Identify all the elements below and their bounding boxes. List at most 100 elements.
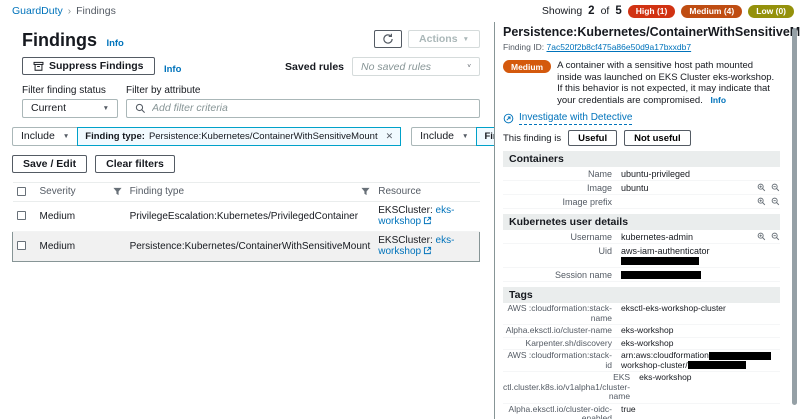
select-all-checkbox[interactable]	[17, 187, 26, 196]
medium-severity-badge: Medium	[503, 60, 551, 73]
filter-attribute-label: Filter by attribute	[126, 85, 480, 96]
findings-table: Severity Finding type	[12, 182, 480, 262]
description-info-link[interactable]: Info	[711, 95, 727, 105]
filter-token-sensitive-mount[interactable]: Finding type: Persistence:Kubernetes/Con…	[77, 127, 401, 146]
low-severity-badge[interactable]: Low (0)	[748, 5, 794, 18]
actions-button[interactable]: Actions ▼	[408, 30, 480, 48]
filter-status-label: Filter finding status	[22, 85, 118, 96]
breadcrumb-current: Findings	[76, 5, 116, 17]
zoom-out-icon[interactable]	[771, 183, 780, 192]
finding-description: A container with a sensitive host path m…	[557, 60, 780, 106]
external-link-icon	[423, 216, 432, 225]
medium-severity-badge[interactable]: Medium (4)	[681, 5, 742, 18]
kv-row-image: Image ubuntu	[503, 181, 780, 195]
finding-type-cell: PrivilegeEscalation:Kubernetes/Privilege…	[126, 201, 375, 231]
table-row-sensitive-mount-selected[interactable]: Medium Persistence:Kubernetes/ContainerW…	[13, 231, 480, 261]
filter-criteria-input[interactable]	[152, 102, 471, 114]
kv-row-tag: Alpha.eksctl.io/cluster-oidc-enabled tru…	[503, 404, 780, 419]
include-select[interactable]: Include ▼	[12, 127, 78, 146]
refresh-icon	[382, 33, 394, 45]
investigate-detective-link[interactable]: Investigate with Detective	[503, 112, 780, 125]
redacted-value	[621, 271, 701, 279]
saved-rules-select[interactable]: No saved rules ˅	[352, 57, 480, 76]
showing-label: Showing	[542, 5, 582, 17]
redacted-value	[709, 352, 771, 360]
scrollbar-thumb[interactable]	[792, 28, 797, 405]
table-header-row: Severity Finding type	[13, 182, 480, 201]
not-useful-button[interactable]: Not useful	[624, 130, 690, 146]
breadcrumb: GuardDuty › Findings	[12, 5, 116, 17]
severity-cell: Medium	[36, 231, 126, 261]
guardduty-findings-page: GuardDuty › Findings Showing 2 of 5 High…	[0, 0, 800, 419]
tags-section-header: Tags	[503, 287, 780, 303]
kv-row-session-name: Session name	[503, 268, 780, 282]
finding-id-link[interactable]: 7ac520f2b8cf475a86e50d9a17bxxdb7	[546, 42, 691, 52]
total-count: 5	[615, 5, 621, 17]
row-checkbox[interactable]	[17, 211, 26, 220]
include-select[interactable]: Include ▼	[411, 127, 477, 146]
severity-cell: Medium	[36, 201, 126, 231]
chevron-down-icon: ▼	[103, 105, 109, 112]
high-severity-badge[interactable]: High (1)	[628, 5, 676, 18]
zoom-in-icon[interactable]	[757, 232, 766, 241]
finding-detail-panel: Persistence:Kubernetes/ContainerWithSens…	[494, 22, 800, 419]
kv-row-username: Username kubernetes-admin	[503, 230, 780, 244]
detective-icon	[503, 113, 514, 124]
kv-row-tag: Alpha.eksctl.io/cluster-name eks-worksho…	[503, 325, 780, 338]
of-label: of	[601, 5, 610, 17]
row-checkbox[interactable]	[17, 241, 26, 250]
breadcrumb-guardduty-link[interactable]: GuardDuty	[12, 5, 63, 17]
kv-row-tag-stack-id: AWS :cloudformation:stack-id arn:aws:clo…	[503, 350, 780, 372]
suppress-info-link[interactable]: Info	[164, 64, 181, 75]
search-icon	[135, 103, 146, 114]
findings-info-link[interactable]: Info	[106, 38, 123, 49]
severity-column-header: Severity	[40, 186, 76, 197]
filter-search-box	[126, 99, 480, 118]
feedback-label: This finding is	[503, 133, 561, 144]
kv-row-tag: Karpenter.sh/discovery eks-workshop	[503, 338, 780, 351]
page-title: Findings	[22, 30, 97, 50]
external-link-icon	[423, 246, 432, 255]
breadcrumb-separator-icon: ›	[68, 6, 71, 17]
refresh-button[interactable]	[374, 30, 402, 48]
zoom-out-icon[interactable]	[771, 197, 780, 206]
filter-token-group: Include ▼ Finding type: Persistence:Kube…	[12, 127, 401, 146]
finding-id-label: Finding ID:	[503, 42, 544, 52]
filter-funnel-icon[interactable]	[113, 187, 122, 196]
zoom-in-icon[interactable]	[757, 183, 766, 192]
chevron-down-icon: ˅	[467, 63, 471, 70]
redacted-value	[621, 257, 699, 265]
zoom-out-icon[interactable]	[771, 232, 780, 241]
close-icon[interactable]: ✕	[386, 131, 394, 142]
table-row-privileged-container[interactable]: Medium PrivilegeEscalation:Kubernetes/Pr…	[13, 201, 480, 231]
containers-section-header: Containers	[503, 151, 780, 167]
findings-summary: Showing 2 of 5 High (1) Medium (4) Low (…	[542, 5, 794, 18]
finding-type-column-header: Finding type	[130, 186, 184, 197]
kubernetes-user-section-header: Kubernetes user details	[503, 214, 780, 230]
zoom-in-icon[interactable]	[757, 197, 766, 206]
save-edit-button[interactable]: Save / Edit	[12, 155, 87, 173]
resource-column-header: Resource	[374, 182, 479, 201]
kv-row-image-prefix: Image prefix	[503, 195, 780, 209]
findings-list-pane: Findings Info Actions ▼	[0, 22, 494, 419]
suppress-findings-button[interactable]: Suppress Findings	[22, 57, 155, 75]
resource-cell: EKSCluster: eks-workshop	[374, 201, 479, 231]
finding-type-cell: Persistence:Kubernetes/ContainerWithSens…	[126, 231, 375, 261]
kv-row-uid: Uid aws-iam-authenticator	[503, 244, 780, 268]
panel-scrollbar[interactable]	[791, 26, 798, 419]
suppress-icon	[33, 61, 44, 72]
resource-cell: EKSCluster: eks-workshop	[374, 231, 479, 261]
saved-rules-label: Saved rules	[285, 61, 344, 73]
clear-filters-button[interactable]: Clear filters	[95, 155, 175, 173]
finding-status-select[interactable]: Current ▼	[22, 99, 118, 118]
filter-funnel-icon[interactable]	[361, 187, 370, 196]
useful-button[interactable]: Useful	[568, 130, 617, 146]
chevron-down-icon: ▼	[462, 133, 468, 140]
finding-title: Persistence:Kubernetes/ContainerWithSens…	[503, 25, 800, 40]
showing-count: 2	[588, 5, 594, 17]
redacted-value	[688, 361, 746, 369]
chevron-down-icon: ▼	[463, 36, 469, 43]
kv-row-name: Name ubuntu-privileged	[503, 167, 780, 181]
top-bar: GuardDuty › Findings Showing 2 of 5 High…	[0, 0, 800, 22]
kv-row-tag: AWS :cloudformation:stack-name eksctl-ek…	[503, 303, 780, 325]
